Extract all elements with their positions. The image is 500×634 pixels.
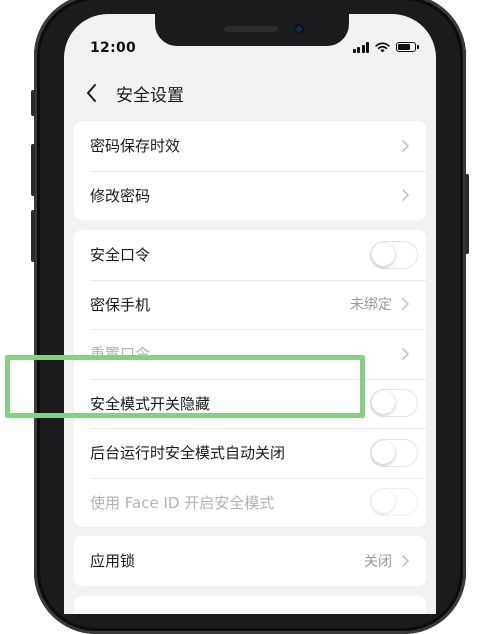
chevron-right-icon <box>402 139 409 152</box>
chevron-right-icon <box>402 347 409 360</box>
page-title: 安全设置 <box>116 86 184 106</box>
security-phone-row[interactable]: 密保手机 未绑定 <box>74 279 426 330</box>
mute-switch <box>31 90 35 116</box>
battery-level <box>398 44 410 50</box>
phone-screen: 12:00 安全设置 密码保存时效 修改密码 安全口令 密保手机 未绑定 重置口… <box>64 14 436 614</box>
chevron-left-icon[interactable] <box>80 80 104 106</box>
app-lock-row[interactable]: 应用锁 关闭 <box>74 536 426 586</box>
toggle-knob <box>372 440 395 464</box>
row-label: 安全模式开关隐藏 <box>90 394 211 413</box>
chevron-right-icon <box>402 298 409 311</box>
hide-safe-mode-switch-toggle[interactable] <box>370 389 418 418</box>
row-label: 密保手机 <box>90 295 151 314</box>
chevron-right-icon <box>402 189 409 202</box>
reset-passphrase-row[interactable]: 重置口令 <box>74 329 426 379</box>
wifi-icon <box>375 41 390 52</box>
row-label: 安全口令 <box>90 246 151 265</box>
row-label: 后台运行时安全模式自动关闭 <box>90 444 286 463</box>
battery-icon <box>396 42 419 52</box>
change-password-row[interactable]: 修改密码 <box>74 170 426 221</box>
auto-close-safe-mode-toggle[interactable] <box>370 438 418 467</box>
security-passphrase-toggle[interactable] <box>370 240 418 269</box>
password-retention-row[interactable]: 密码保存时效 <box>74 121 426 171</box>
power-button <box>465 174 469 254</box>
toggle-knob <box>372 242 395 266</box>
face-id-safe-mode-toggle[interactable] <box>370 488 418 517</box>
security-passphrase-row: 安全口令 <box>74 230 426 280</box>
speaker-grille <box>224 26 278 32</box>
row-label: 应用锁 <box>90 552 136 571</box>
row-label: 使用 Face ID 开启安全模式 <box>90 493 275 512</box>
row-value: 关闭 <box>364 553 392 570</box>
settings-group-password: 密码保存时效 修改密码 <box>74 121 426 220</box>
volume-down-button <box>31 210 35 262</box>
toggle-knob <box>372 490 395 514</box>
hide-safe-mode-switch-row: 安全模式开关隐藏 <box>74 378 426 429</box>
row-label: 重置口令 <box>90 345 151 364</box>
row-label: 密码保存时效 <box>90 137 181 156</box>
settings-group-app-lock: 应用锁 关闭 <box>74 536 426 586</box>
signal-bars-icon <box>352 41 369 53</box>
status-icons <box>352 40 419 54</box>
settings-group-security: 安全口令 密保手机 未绑定 重置口令 安全模式开关隐藏 后台运行时安全模式自动关… <box>74 230 426 527</box>
front-camera <box>294 24 304 34</box>
toggle-knob <box>372 391 395 415</box>
status-time: 12:00 <box>90 40 137 56</box>
settings-group-next <box>74 596 426 614</box>
face-id-safe-mode-row: 使用 Face ID 开启安全模式 <box>74 477 426 528</box>
row-value: 未绑定 <box>350 297 392 314</box>
row-label: 修改密码 <box>90 186 151 205</box>
notch <box>155 14 349 46</box>
navigation-bar: 安全设置 <box>64 68 436 118</box>
chevron-right-icon <box>402 554 409 567</box>
volume-up-button <box>31 144 35 196</box>
auto-close-safe-mode-row: 后台运行时安全模式自动关闭 <box>74 428 426 478</box>
